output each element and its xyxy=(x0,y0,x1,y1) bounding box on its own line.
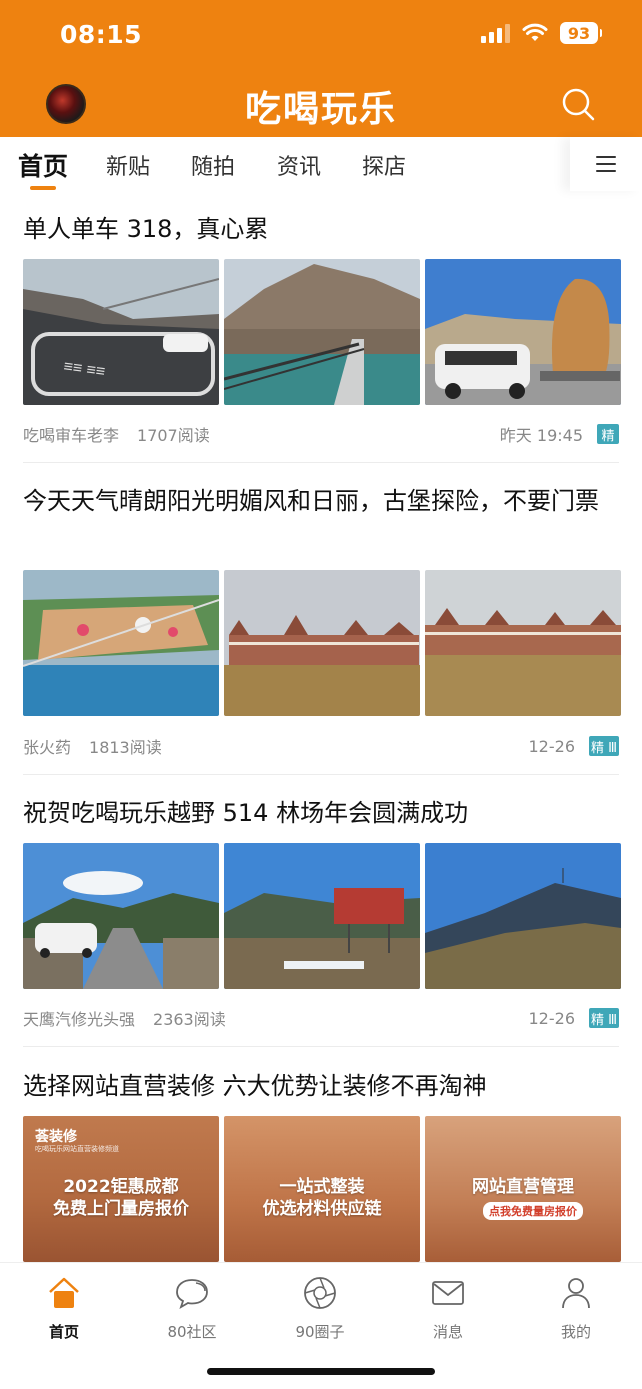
article-thumbnail[interactable] xyxy=(425,570,621,716)
divider xyxy=(23,774,619,775)
featured-badge: 精 Ⅲ xyxy=(589,736,619,756)
article-time: 昨天 19:45 xyxy=(499,426,583,445)
article-reads: 2363阅读 xyxy=(153,1010,226,1029)
active-tab-indicator xyxy=(30,186,56,190)
article-thumbnail[interactable] xyxy=(224,570,420,716)
aperture-icon xyxy=(304,1277,336,1309)
ad-headline: 一站式整装 xyxy=(279,1177,365,1197)
featured-badge: 精 Ⅲ xyxy=(589,1008,619,1028)
category-tabs: 首页 新贴 随拍 资讯 探店 xyxy=(0,137,642,191)
article-meta: 张火药 1813阅读 12-26 精 Ⅲ xyxy=(23,734,619,758)
search-icon[interactable] xyxy=(560,86,596,122)
status-icons: 93 xyxy=(481,22,602,44)
article-title[interactable]: 今天天气晴朗阳光明媚风和日丽，古堡探险，不要门票 xyxy=(23,480,623,522)
divider xyxy=(23,1046,619,1047)
nav-home-label: 首页 xyxy=(48,1323,79,1341)
article-meta: 吃喝审车老李 1707阅读 昨天 19:45 精 xyxy=(23,422,619,446)
menu-icon xyxy=(596,156,616,172)
nav-profile[interactable]: 我的 xyxy=(516,1275,636,1342)
nav-circles-label: 90圈子 xyxy=(295,1323,345,1341)
ad-headline: 网站直营管理 xyxy=(472,1177,574,1197)
ad-headline: 2022钜惠成都 xyxy=(63,1177,179,1197)
app-title: 吃喝玩乐 xyxy=(244,89,397,130)
nav-circles[interactable]: 90圈子 xyxy=(260,1275,380,1342)
article-meta: 天鹰汽修光头强 2363阅读 12-26 精 Ⅲ xyxy=(23,1006,619,1030)
ad-thumbnail[interactable]: 一站式整装 优选材料供应链 xyxy=(224,1116,420,1262)
home-indicator[interactable] xyxy=(207,1368,435,1375)
chat-bubble-icon xyxy=(176,1279,208,1309)
article-author[interactable]: 吃喝审车老李 xyxy=(23,422,119,446)
article-reads: 1707阅读 xyxy=(137,426,210,445)
nav-community-label: 80社区 xyxy=(167,1323,217,1341)
ad-subheadline: 优选材料供应链 xyxy=(262,1199,382,1219)
article-reads: 1813阅读 xyxy=(89,738,162,757)
nav-home[interactable]: 首页 xyxy=(4,1275,124,1342)
nav-messages-label: 消息 xyxy=(432,1323,463,1341)
article-thumbnail[interactable] xyxy=(224,843,420,989)
cellular-signal-icon xyxy=(481,23,510,43)
tab-store-visits[interactable]: 探店 xyxy=(362,149,406,181)
article-thumbnail[interactable]: ≡≡ ≡≡ xyxy=(23,259,219,405)
nav-messages[interactable]: 消息 xyxy=(388,1275,508,1342)
ad-logo-subtitle: 吃喝玩乐网站直营装修频道 xyxy=(35,1145,119,1153)
article-title[interactable]: 选择网站直营装修 六大优势让装修不再淘神 xyxy=(23,1065,623,1107)
article-thumbnail[interactable] xyxy=(224,259,420,405)
article-thumbnail[interactable] xyxy=(23,570,219,716)
app-header: 08:15 93 吃喝玩乐 xyxy=(0,0,642,137)
ad-thumbnail[interactable]: 网站直营管理 点我免费量房报价 xyxy=(425,1116,621,1262)
tabs-menu-button[interactable] xyxy=(570,137,642,191)
ad-cta-pill[interactable]: 点我免费量房报价 xyxy=(483,1202,583,1220)
article-thumbnail[interactable] xyxy=(425,843,621,989)
ad-thumbnail[interactable]: 荟装修 吃喝玩乐网站直营装修频道 2022钜惠成都 免费上门量房报价 xyxy=(23,1116,219,1262)
article-author[interactable]: 张火药 xyxy=(23,734,71,758)
ad-subheadline: 免费上门量房报价 xyxy=(53,1199,189,1219)
article-thumbnail[interactable] xyxy=(23,843,219,989)
ad-logo: 荟装修 xyxy=(35,1129,77,1145)
nav-community[interactable]: 80社区 xyxy=(132,1275,252,1342)
tab-new-posts[interactable]: 新贴 xyxy=(106,149,150,181)
article-title[interactable]: 祝贺吃喝玩乐越野 514 林场年会圆满成功 xyxy=(23,792,623,834)
person-icon xyxy=(562,1278,590,1309)
tab-news[interactable]: 资讯 xyxy=(277,149,321,181)
wifi-icon xyxy=(522,23,548,41)
article-author[interactable]: 天鹰汽修光头强 xyxy=(23,1006,135,1030)
nav-profile-label: 我的 xyxy=(560,1323,591,1341)
article-time: 12-26 xyxy=(528,1008,576,1028)
article-title[interactable]: 单人单车 318，真心累 xyxy=(23,208,623,250)
status-time: 08:15 xyxy=(60,20,143,49)
tab-snapshots[interactable]: 随拍 xyxy=(191,149,235,181)
divider xyxy=(23,462,619,463)
tab-home[interactable]: 首页 xyxy=(18,147,68,183)
envelope-icon xyxy=(432,1281,464,1305)
battery-indicator: 93 xyxy=(560,22,602,44)
article-time: 12-26 xyxy=(528,736,576,756)
home-icon xyxy=(49,1277,79,1308)
article-thumbnail[interactable] xyxy=(425,259,621,405)
featured-badge: 精 xyxy=(597,424,619,444)
